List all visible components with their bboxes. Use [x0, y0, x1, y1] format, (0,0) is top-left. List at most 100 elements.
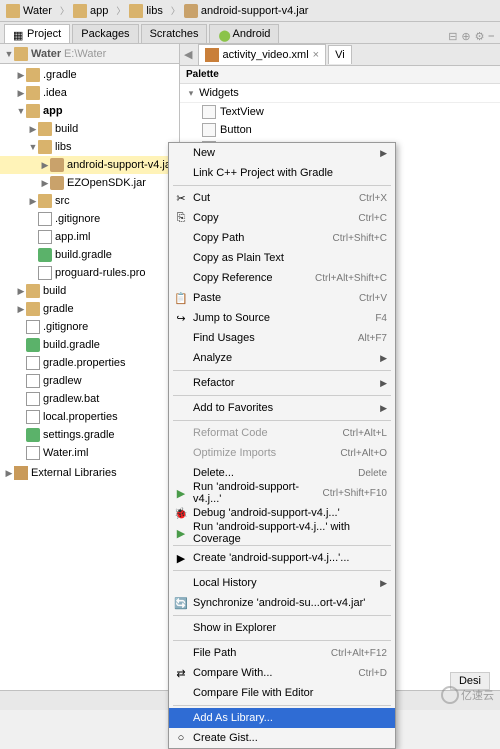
menu-item-icon	[173, 620, 189, 636]
hide-icon[interactable]: ⎯	[489, 30, 495, 43]
gear-icon[interactable]: ⚙	[475, 30, 485, 43]
menu-item[interactable]: 🔄Synchronize 'android-su...ort-v4.jar'	[169, 593, 395, 613]
menu-item[interactable]: ▶Run 'android-support-v4.j...'Ctrl+Shift…	[169, 483, 395, 503]
tree-node[interactable]: ▶settings.gradle	[0, 426, 179, 444]
menu-item[interactable]: Delete...Delete	[169, 463, 395, 483]
external-libraries[interactable]: ▶External Libraries	[0, 464, 179, 482]
tree-node[interactable]: ▶ .gitignore	[0, 210, 179, 228]
expand-icon[interactable]: ▶	[16, 358, 26, 369]
tree-node[interactable]: ▶build.gradle	[0, 246, 179, 264]
menu-item[interactable]: Local History▶	[169, 573, 395, 593]
menu-item[interactable]: Copy ReferenceCtrl+Alt+Shift+C	[169, 268, 395, 288]
expand-icon[interactable]: ▶	[28, 124, 38, 135]
collapse-icon[interactable]: ⊟	[448, 30, 457, 43]
expand-icon[interactable]: ▶	[16, 412, 26, 423]
expand-icon[interactable]: ▶	[16, 394, 26, 405]
expand-icon[interactable]: ▼	[28, 142, 38, 152]
menu-item[interactable]: 🐞Debug 'android-support-v4.j...'	[169, 503, 395, 523]
menu-item-icon	[173, 350, 189, 366]
menu-item-icon	[173, 445, 189, 461]
menu-item-icon	[173, 710, 189, 726]
expand-icon[interactable]: ▶	[28, 232, 38, 243]
menu-item[interactable]: Copy PathCtrl+Shift+C	[169, 228, 395, 248]
expand-icon[interactable]: ▶	[28, 196, 38, 207]
breadcrumb-item[interactable]: app	[71, 2, 114, 20]
expand-icon[interactable]: ▶	[28, 214, 38, 225]
tree-node[interactable]: ▶build	[0, 120, 179, 138]
editor-tab[interactable]: activity_video.xml×	[198, 44, 326, 65]
node-label: .gitignore	[55, 213, 100, 225]
menu-item[interactable]: Show in Explorer	[169, 618, 395, 638]
menu-item[interactable]: 📋PasteCtrl+V	[169, 288, 395, 308]
tree-root[interactable]: ▼ Water E:\Water	[0, 44, 179, 64]
tree-node[interactable]: ▶app.iml	[0, 228, 179, 246]
menu-item[interactable]: ↪Jump to SourceF4	[169, 308, 395, 328]
menu-item[interactable]: Analyze▶	[169, 348, 395, 368]
menu-item[interactable]: Add to Favorites▶	[169, 398, 395, 418]
menu-item[interactable]: Find UsagesAlt+F7	[169, 328, 395, 348]
tree-node[interactable]: ▶.gradle	[0, 66, 179, 84]
tree-node[interactable]: ▶.gitignore	[0, 318, 179, 336]
menu-item[interactable]: ✂CutCtrl+X	[169, 188, 395, 208]
menu-item-icon: 📋	[173, 290, 189, 306]
tree-node[interactable]: ▶.idea	[0, 84, 179, 102]
tree-node[interactable]: ▶gradle	[0, 300, 179, 318]
expand-icon[interactable]: ▶	[16, 88, 26, 99]
menu-item[interactable]: ▶Create 'android-support-v4.j...'...	[169, 548, 395, 568]
menu-item[interactable]: File PathCtrl+Alt+F12	[169, 643, 395, 663]
menu-item[interactable]: Refactor▶	[169, 373, 395, 393]
menu-item[interactable]: Add As Library...	[169, 708, 395, 728]
expand-icon[interactable]: ▶	[28, 268, 38, 279]
breadcrumb-item[interactable]: libs	[127, 2, 169, 20]
expand-icon[interactable]: ▶	[16, 448, 26, 459]
breadcrumb-item[interactable]: Water	[4, 2, 58, 20]
menu-item-label: Paste	[193, 292, 221, 304]
palette-widget[interactable]: TextView	[180, 103, 500, 121]
close-icon[interactable]: ×	[313, 49, 319, 61]
menu-item[interactable]: Copy as Plain Text	[169, 248, 395, 268]
tree-node[interactable]: ▶build	[0, 282, 179, 300]
expand-icon[interactable]: ▶	[40, 160, 50, 171]
expand-icon[interactable]: ▼	[16, 106, 26, 116]
expand-icon[interactable]: ▶	[16, 340, 26, 351]
tree-node[interactable]: ▶local.properties	[0, 408, 179, 426]
tab-scratches[interactable]: Scratches	[141, 24, 208, 43]
palette-widget[interactable]: Button	[180, 121, 500, 139]
expand-icon[interactable]: ▶	[16, 322, 26, 333]
tree-node[interactable]: ▶gradle.properties	[0, 354, 179, 372]
menu-item[interactable]: ⇄Compare With...Ctrl+D	[169, 663, 395, 683]
menu-item[interactable]: ⎘CopyCtrl+C	[169, 208, 395, 228]
tab-android[interactable]: ⬤Android	[209, 24, 279, 43]
menu-item[interactable]: Compare File with Editor	[169, 683, 395, 703]
breadcrumb-item[interactable]: android-support-v4.jar	[182, 2, 315, 20]
menu-item-icon	[173, 230, 189, 246]
expand-icon[interactable]: ▶	[40, 178, 50, 189]
menu-item[interactable]: Link C++ Project with Gradle	[169, 163, 395, 183]
file-icon	[26, 410, 40, 424]
tree-node[interactable]: ▶build.gradle	[0, 336, 179, 354]
tree-node[interactable]: ▶src	[0, 192, 179, 210]
editor-tab[interactable]: Vi	[328, 45, 352, 64]
tree-node[interactable]: ▶proguard-rules.pro	[0, 264, 179, 282]
tree-node[interactable]: ▶gradlew	[0, 372, 179, 390]
widget-group[interactable]: ▾ Widgets	[180, 84, 500, 103]
tree-node[interactable]: ▼app	[0, 102, 179, 120]
expand-icon[interactable]: ▶	[16, 376, 26, 387]
menu-item[interactable]: ○Create Gist...	[169, 728, 395, 748]
tree-node[interactable]: ▶EZOpenSDK.jar	[0, 174, 179, 192]
menu-item[interactable]: ▶Run 'android-support-v4.j...' with Cove…	[169, 523, 395, 543]
expand-icon[interactable]: ▶	[28, 250, 38, 261]
prev-tab-icon[interactable]: ◀	[180, 48, 196, 61]
expand-icon[interactable]: ▶	[16, 70, 26, 81]
tree-node[interactable]: ▶android-support-v4.jar	[0, 156, 179, 174]
tree-node[interactable]: ▶Water.iml	[0, 444, 179, 462]
expand-icon[interactable]: ▶	[16, 286, 26, 297]
expand-icon[interactable]: ▶	[16, 304, 26, 315]
expand-icon[interactable]: ▶	[16, 430, 26, 441]
tree-node[interactable]: ▶gradlew.bat	[0, 390, 179, 408]
tab-packages[interactable]: Packages	[72, 24, 138, 43]
target-icon[interactable]: ⊕	[461, 30, 470, 43]
menu-item[interactable]: New▶	[169, 143, 395, 163]
tree-node[interactable]: ▼libs	[0, 138, 179, 156]
tab-project[interactable]: ▦Project	[4, 24, 70, 43]
